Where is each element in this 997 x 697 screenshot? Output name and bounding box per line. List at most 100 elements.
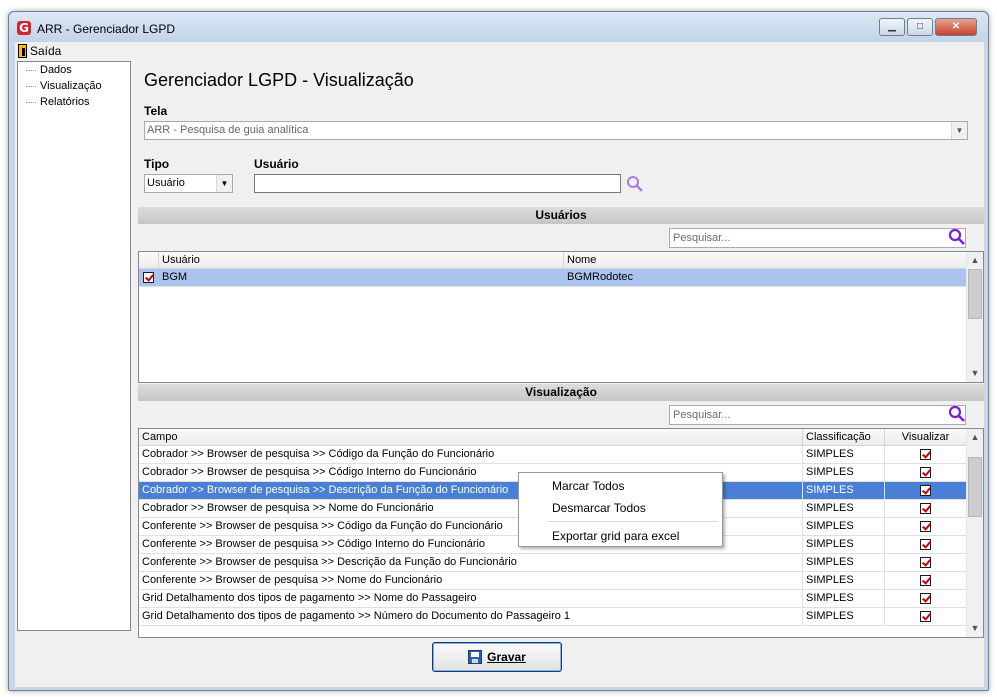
save-disk-icon xyxy=(468,650,483,664)
scroll-thumb[interactable] xyxy=(968,269,982,319)
client-area: Saída Dados Visualização Relatórios Gere… xyxy=(15,42,984,687)
checkbox[interactable] xyxy=(920,448,931,460)
menu-item-marcar-todos[interactable]: Marcar Todos xyxy=(552,479,624,493)
cell-classificacao: SIMPLES xyxy=(803,608,885,626)
usuarios-grid: Usuário Nome BGM BGMRodotec ▲ ▼ xyxy=(138,251,984,383)
checkbox[interactable] xyxy=(920,502,931,514)
cell-classificacao: SIMPLES xyxy=(803,482,885,500)
cell-classificacao: SIMPLES xyxy=(803,572,885,590)
chevron-down-icon[interactable]: ▼ xyxy=(216,175,232,192)
usuarios-scrollbar[interactable]: ▲ ▼ xyxy=(966,252,983,382)
grid-header-usuario[interactable]: Usuário xyxy=(159,252,564,269)
usuarios-section-header: Usuários xyxy=(138,207,984,224)
usuarios-search-input[interactable]: Pesquisar... xyxy=(669,228,966,248)
close-button[interactable]: ✕ xyxy=(935,18,977,36)
main-window: G ARR - Gerenciador LGPD ▁ □ ✕ Saída Dad… xyxy=(8,11,989,691)
tipo-label: Tipo xyxy=(144,157,170,171)
cell-classificacao: SIMPLES xyxy=(803,464,885,482)
cell-campo: Cobrador >> Browser de pesquisa >> Códig… xyxy=(139,446,803,464)
usuario-input[interactable] xyxy=(254,174,621,193)
cell-classificacao: SIMPLES xyxy=(803,446,885,464)
tela-label: Tela xyxy=(144,104,168,118)
search-icon[interactable] xyxy=(626,175,644,193)
cell-visualizar[interactable] xyxy=(885,518,967,536)
usuarios-search-placeholder: Pesquisar... xyxy=(673,232,731,244)
maximize-button[interactable]: □ xyxy=(907,18,933,36)
checkbox[interactable] xyxy=(920,556,931,568)
checkbox[interactable] xyxy=(920,610,931,622)
table-row[interactable]: Cobrador >> Browser de pesquisa >> Códig… xyxy=(139,446,967,464)
tela-value: ARR - Pesquisa de guia analítica xyxy=(147,124,309,136)
tela-select[interactable]: ARR - Pesquisa de guia analítica ▼ xyxy=(144,121,968,140)
grid-header-campo[interactable]: Campo xyxy=(139,429,803,446)
cell-visualizar[interactable] xyxy=(885,608,967,626)
table-row[interactable]: Grid Detalhamento dos tipos de pagamento… xyxy=(139,590,967,608)
cell-visualizar[interactable] xyxy=(885,536,967,554)
visualizacao-scrollbar[interactable]: ▲ ▼ xyxy=(966,429,983,637)
checkbox[interactable] xyxy=(920,466,931,478)
cell-classificacao: SIMPLES xyxy=(803,500,885,518)
context-menu: Marcar Todos Desmarcar Todos Exportar gr… xyxy=(518,472,723,547)
cell-campo: Grid Detalhamento dos tipos de pagamento… xyxy=(139,608,803,626)
menu-item-desmarcar-todos[interactable]: Desmarcar Todos xyxy=(552,501,646,515)
menu-exit[interactable]: Saída xyxy=(18,43,61,59)
cell-usuario: BGM xyxy=(162,271,188,283)
cell-campo: Conferente >> Browser de pesquisa >> Des… xyxy=(139,554,803,572)
navigation-tree: Dados Visualização Relatórios xyxy=(17,61,131,631)
checkbox[interactable] xyxy=(920,574,931,586)
menu-item-exportar-excel[interactable]: Exportar grid para excel xyxy=(552,529,679,543)
cell-visualizar[interactable] xyxy=(885,464,967,482)
grid-header-check xyxy=(139,252,159,269)
tree-item-dados[interactable]: Dados xyxy=(24,64,72,76)
checkbox[interactable] xyxy=(920,484,931,496)
cell-visualizar[interactable] xyxy=(885,554,967,572)
cell-visualizar[interactable] xyxy=(885,572,967,590)
table-row[interactable]: Conferente >> Browser de pesquisa >> Nom… xyxy=(139,572,967,590)
visualizacao-search-input[interactable]: Pesquisar... xyxy=(669,405,966,425)
scroll-up-icon[interactable]: ▲ xyxy=(967,429,983,446)
grid-header-nome[interactable]: Nome xyxy=(564,252,967,269)
checkbox[interactable] xyxy=(143,271,154,283)
checkbox[interactable] xyxy=(920,520,931,532)
tree-item-relatorios[interactable]: Relatórios xyxy=(24,96,90,108)
cell-visualizar[interactable] xyxy=(885,500,967,518)
cell-classificacao: SIMPLES xyxy=(803,554,885,572)
cell-visualizar[interactable] xyxy=(885,482,967,500)
chevron-down-icon[interactable]: ▼ xyxy=(951,122,967,139)
checkbox[interactable] xyxy=(920,592,931,604)
search-icon[interactable] xyxy=(948,405,966,423)
menu-bar: Saída xyxy=(15,42,984,60)
cell-nome: BGMRodotec xyxy=(567,271,634,283)
cell-campo: Conferente >> Browser de pesquisa >> Nom… xyxy=(139,572,803,590)
grid-header-classificacao[interactable]: Classificação xyxy=(803,429,885,446)
main-panel: Gerenciador LGPD - Visualização Tela ARR… xyxy=(133,61,984,638)
minimize-button[interactable]: ▁ xyxy=(879,18,905,36)
grid-header-visualizar[interactable]: Visualizar xyxy=(885,429,967,446)
table-row[interactable]: Grid Detalhamento dos tipos de pagamento… xyxy=(139,608,967,626)
menu-exit-label: Saída xyxy=(30,44,62,58)
usuario-label: Usuário xyxy=(254,157,299,171)
cell-visualizar[interactable] xyxy=(885,446,967,464)
scroll-thumb[interactable] xyxy=(968,457,982,517)
table-row[interactable]: Conferente >> Browser de pesquisa >> Des… xyxy=(139,554,967,572)
window-title: ARR - Gerenciador LGPD xyxy=(37,22,176,36)
tipo-value: Usuário xyxy=(147,177,185,189)
gravar-button[interactable]: Gravar xyxy=(432,642,562,672)
exit-door-icon xyxy=(18,44,27,58)
search-icon[interactable] xyxy=(948,228,966,246)
scroll-down-icon[interactable]: ▼ xyxy=(967,620,983,637)
table-row[interactable]: BGM BGMRodotec xyxy=(139,269,967,287)
cell-visualizar[interactable] xyxy=(885,590,967,608)
app-logo-icon: G xyxy=(17,21,31,35)
menu-separator xyxy=(547,521,718,522)
row-checkbox-cell[interactable] xyxy=(139,269,159,287)
title-bar[interactable]: G ARR - Gerenciador LGPD ▁ □ ✕ xyxy=(9,12,988,42)
scroll-up-icon[interactable]: ▲ xyxy=(967,252,983,269)
scroll-down-icon[interactable]: ▼ xyxy=(967,365,983,382)
page-title: Gerenciador LGPD - Visualização xyxy=(144,70,414,90)
cell-classificacao: SIMPLES xyxy=(803,536,885,554)
tree-item-visualizacao[interactable]: Visualização xyxy=(24,80,102,92)
checkbox[interactable] xyxy=(920,538,931,550)
cell-classificacao: SIMPLES xyxy=(803,518,885,536)
tipo-select[interactable]: Usuário ▼ xyxy=(144,174,233,193)
